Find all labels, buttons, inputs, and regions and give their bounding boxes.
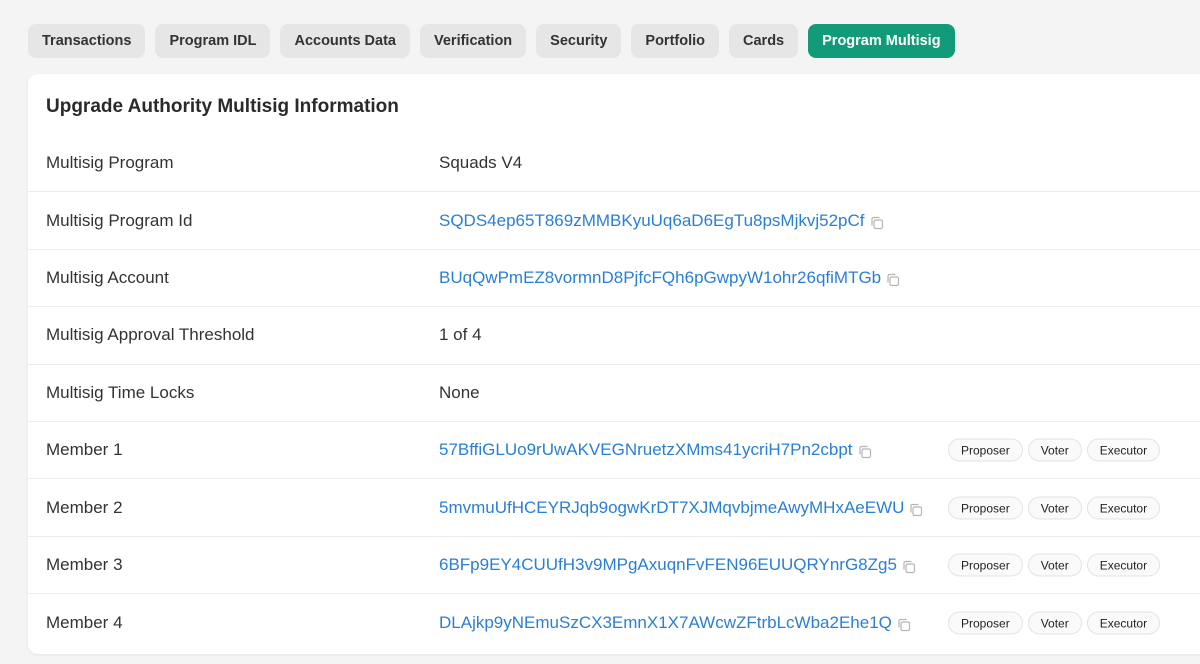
row-value: 57BffiGLUo9rUwAKVEGNruetzXMms41ycriH7Pn2… — [439, 440, 872, 460]
copy-icon[interactable] — [902, 559, 916, 574]
row-label: Multisig Approval Threshold — [46, 325, 255, 345]
tab-cards[interactable]: Cards — [729, 24, 799, 58]
member-2-address-link[interactable]: 5mvmuUfHCEYRJqb9ogwKrDT7XJMqvbjmeAwyMHxA… — [439, 498, 904, 518]
row-label: Member 4 — [46, 612, 123, 632]
row-multisig-account: Multisig Account BUqQwPmEZ8vormnD8PjfcFQ… — [28, 250, 1200, 308]
tab-transactions[interactable]: Transactions — [28, 24, 146, 58]
row-value: 5mvmuUfHCEYRJqb9ogwKrDT7XJMqvbjmeAwyMHxA… — [439, 498, 923, 518]
tab-security[interactable]: Security — [536, 24, 622, 58]
row-label: Multisig Program — [46, 153, 174, 173]
role-badge-voter: Voter — [1027, 438, 1082, 462]
role-badge-voter: Voter — [1027, 496, 1082, 520]
row-member-1: Member 1 57BffiGLUo9rUwAKVEGNruetzXMms41… — [28, 422, 1200, 480]
row-member-4: Member 4 DLAjkp9yNEmuSzCX3EmnX1X7AWcwZFt… — [28, 594, 1200, 651]
approval-threshold-value: 1 of 4 — [439, 325, 482, 345]
row-label: Member 2 — [46, 497, 123, 517]
member-1-address-link[interactable]: 57BffiGLUo9rUwAKVEGNruetzXMms41ycriH7Pn2… — [439, 440, 853, 460]
member-roles: Proposer Voter Executor — [948, 496, 1161, 520]
row-label: Multisig Program Id — [46, 210, 193, 230]
multisig-program-value: Squads V4 — [439, 153, 523, 173]
multisig-program-id-link[interactable]: SQDS4ep65T869zMMBKyuUq6aD6EgTu8psMjkvj52… — [439, 211, 865, 231]
row-member-2: Member 2 5mvmuUfHCEYRJqb9ogwKrDT7XJMqvbj… — [28, 479, 1200, 537]
row-label: Member 3 — [46, 554, 123, 574]
row-multisig-program: Multisig Program Squads V4 — [28, 135, 1200, 193]
row-value: 6BFp9EY4CUUfH3v9MPgAxuqnFvFEN96EUUQRYnrG… — [439, 555, 916, 575]
time-locks-value: None — [439, 382, 480, 402]
row-member-3: Member 3 6BFp9EY4CUUfH3v9MPgAxuqnFvFEN96… — [28, 537, 1200, 595]
row-label: Multisig Account — [46, 267, 169, 287]
role-badge-proposer: Proposer — [948, 496, 1023, 520]
row-value: Squads V4 — [439, 153, 522, 173]
row-value: None — [439, 383, 480, 403]
tab-program-multisig[interactable]: Program Multisig — [808, 24, 955, 58]
row-value: DLAjkp9yNEmuSzCX3EmnX1X7AWcwZFtrbLcWba2E… — [439, 613, 911, 633]
role-badge-executor: Executor — [1086, 611, 1161, 635]
tab-bar: Transactions Program IDL Accounts Data V… — [28, 24, 955, 58]
member-roles: Proposer Voter Executor — [948, 553, 1161, 577]
member-roles: Proposer Voter Executor — [948, 611, 1161, 635]
row-multisig-program-id: Multisig Program Id SQDS4ep65T869zMMBKyu… — [28, 192, 1200, 250]
copy-icon[interactable] — [897, 617, 911, 631]
multisig-info-card: Upgrade Authority Multisig Information M… — [28, 74, 1200, 654]
multisig-account-link[interactable]: BUqQwPmEZ8vormnD8PjfcFQh6pGwpyW1ohr26qfi… — [439, 268, 881, 288]
member-4-address-link[interactable]: DLAjkp9yNEmuSzCX3EmnX1X7AWcwZFtrbLcWba2E… — [439, 613, 892, 633]
tab-verification[interactable]: Verification — [420, 24, 527, 58]
member-roles: Proposer Voter Executor — [948, 438, 1161, 462]
card-title: Upgrade Authority Multisig Information — [46, 96, 399, 117]
row-value: 1 of 4 — [439, 325, 482, 345]
row-label: Member 1 — [46, 440, 123, 460]
copy-icon[interactable] — [858, 444, 872, 459]
tab-program-idl[interactable]: Program IDL — [155, 24, 271, 58]
role-badge-executor: Executor — [1086, 438, 1161, 462]
row-approval-threshold: Multisig Approval Threshold 1 of 4 — [28, 307, 1200, 365]
role-badge-proposer: Proposer — [948, 553, 1023, 577]
copy-icon[interactable] — [886, 272, 900, 287]
role-badge-proposer: Proposer — [948, 611, 1023, 635]
role-badge-executor: Executor — [1086, 553, 1161, 577]
row-value: SQDS4ep65T869zMMBKyuUq6aD6EgTu8psMjkvj52… — [439, 211, 884, 231]
member-3-address-link[interactable]: 6BFp9EY4CUUfH3v9MPgAxuqnFvFEN96EUUQRYnrG… — [439, 555, 897, 575]
row-value: BUqQwPmEZ8vormnD8PjfcFQh6pGwpyW1ohr26qfi… — [439, 268, 900, 288]
role-badge-voter: Voter — [1027, 611, 1082, 635]
role-badge-voter: Voter — [1027, 553, 1082, 577]
row-time-locks: Multisig Time Locks None — [28, 365, 1200, 422]
tab-accounts-data[interactable]: Accounts Data — [280, 24, 410, 58]
copy-icon[interactable] — [870, 215, 884, 229]
copy-icon[interactable] — [909, 502, 923, 516]
info-table: Multisig Program Squads V4 Multisig Prog… — [28, 135, 1200, 652]
role-badge-proposer: Proposer — [948, 438, 1023, 462]
row-label: Multisig Time Locks — [46, 382, 195, 402]
role-badge-executor: Executor — [1086, 496, 1161, 520]
tab-portfolio[interactable]: Portfolio — [631, 24, 720, 58]
